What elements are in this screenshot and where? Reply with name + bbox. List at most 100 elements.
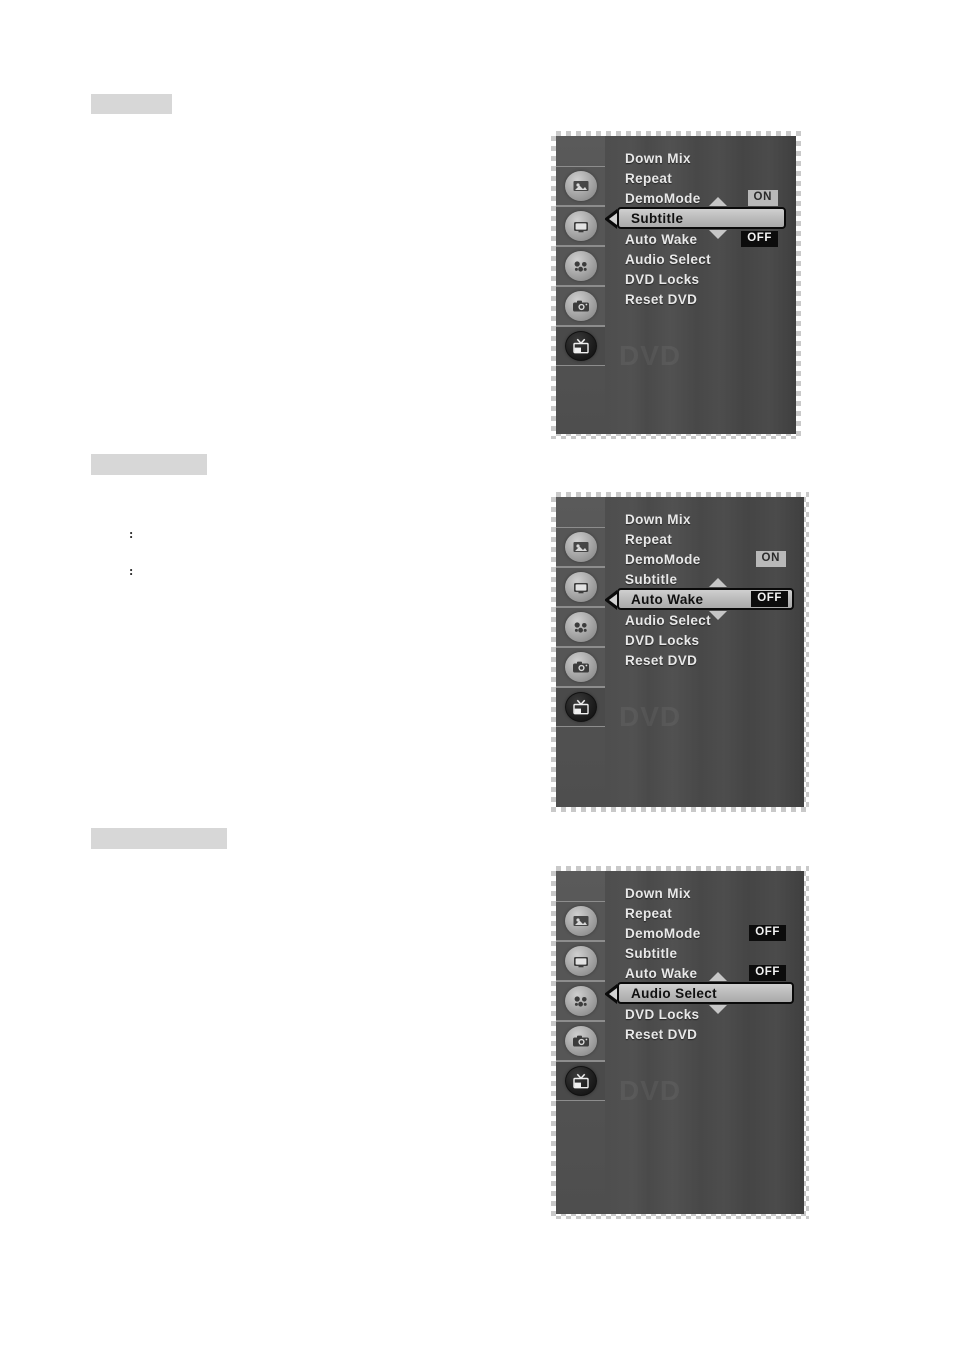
menu-item[interactable]: DVD Locks xyxy=(617,269,788,289)
menu-item-label: Reset DVD xyxy=(625,291,698,307)
menu-item-label: DemoMode xyxy=(625,551,701,567)
rail-slot[interactable] xyxy=(556,1021,605,1061)
menu-item-label: Down Mix xyxy=(625,511,691,527)
audio-people-icon[interactable] xyxy=(564,986,597,1016)
menu-item-label: Audio Select xyxy=(625,612,711,628)
rail-slot[interactable] xyxy=(556,901,605,941)
tv-antenna-active-icon[interactable] xyxy=(564,692,597,722)
status-badge: OFF xyxy=(749,965,786,981)
menu-item-selected[interactable]: Audio Select xyxy=(605,972,796,1014)
osd-menu-body: DVD Down Mix Repeat DemoMode ON Subtitle OFF Au… xyxy=(604,497,804,807)
osd-icon-rail xyxy=(556,871,605,1214)
tv-antenna-active-icon[interactable] xyxy=(564,1066,597,1096)
menu-item[interactable]: Subtitle xyxy=(617,569,796,589)
nav-down-icon[interactable] xyxy=(709,611,727,620)
menu-item[interactable]: DemoMode OFF xyxy=(617,923,796,943)
rail-slot[interactable] xyxy=(556,607,605,647)
menu-item[interactable]: DemoMode ON xyxy=(617,188,788,208)
menu-item-label: Down Mix xyxy=(625,150,691,166)
rail-slot[interactable] xyxy=(556,1061,605,1101)
nav-up-icon[interactable] xyxy=(709,972,727,981)
tv-antenna-active-icon[interactable] xyxy=(564,331,597,361)
rail-slot[interactable] xyxy=(556,246,605,286)
status-badge: ON xyxy=(755,551,786,567)
menu-item-label: Repeat xyxy=(625,905,673,921)
nav-down-icon[interactable] xyxy=(709,230,727,239)
colon-mark-1: : xyxy=(129,526,134,541)
menu-item[interactable]: Auto Wake OFF xyxy=(617,963,796,983)
menu-item[interactable]: Repeat xyxy=(617,903,796,923)
selection-caret-icon xyxy=(605,590,617,610)
menu-item[interactable]: Repeat xyxy=(617,168,788,188)
menu-item[interactable]: Audio Select xyxy=(617,249,788,269)
osd-menu-list: Down Mix Repeat DemoMode OFF Subtitle Auto Wa… xyxy=(605,883,796,1044)
rail-slot[interactable] xyxy=(556,527,605,567)
menu-item-selected[interactable]: Subtitle xyxy=(605,197,788,239)
dvd-watermark: DVD xyxy=(619,1075,682,1106)
colon-mark-2: : xyxy=(129,563,134,578)
tv-monitor-icon[interactable] xyxy=(564,211,597,241)
rail-slot[interactable] xyxy=(556,206,605,246)
rail-slot[interactable] xyxy=(556,286,605,326)
audio-people-icon[interactable] xyxy=(564,251,597,281)
camera-icon[interactable] xyxy=(564,291,597,321)
menu-item[interactable]: Down Mix xyxy=(617,148,788,168)
rail-slot[interactable] xyxy=(556,981,605,1021)
camera-icon[interactable] xyxy=(564,1026,597,1056)
picture-slide-icon[interactable] xyxy=(564,171,597,201)
status-badge: OFF xyxy=(751,591,788,607)
menu-item[interactable]: Reset DVD xyxy=(617,1024,796,1044)
menu-item[interactable]: DVD Locks xyxy=(617,1004,796,1024)
osd-panel: DVD Down Mix Repeat DemoMode OFF Subtitle Auto… xyxy=(551,866,809,1219)
menu-item-label: DVD Locks xyxy=(625,1006,700,1022)
menu-item[interactable]: DemoMode ON xyxy=(617,549,796,569)
rail-slot[interactable] xyxy=(556,326,605,366)
menu-item[interactable]: Repeat xyxy=(617,529,796,549)
osd-menu-body: DVD Down Mix Repeat DemoMode OFF Subtitle Auto… xyxy=(604,871,804,1214)
menu-item[interactable]: Reset DVD xyxy=(617,289,788,309)
osd-menu-list: Down Mix Repeat DemoMode ON Subtitle OFF Auto … xyxy=(605,509,796,670)
menu-item-label: Auto Wake xyxy=(631,592,704,607)
tv-monitor-icon[interactable] xyxy=(564,946,597,976)
rail-slot[interactable] xyxy=(556,941,605,981)
osd-screen: DVD Down Mix Repeat DemoMode ON Subtitle OFF Au… xyxy=(556,497,804,807)
menu-item-label: Reset DVD xyxy=(625,1026,698,1042)
osd-panel: DVD Down Mix Repeat DemoMode ON Subtitle OFF Au… xyxy=(551,492,809,812)
menu-item-label: Audio Select xyxy=(625,251,711,267)
menu-item-label: Subtitle xyxy=(631,211,684,226)
menu-item[interactable]: Reset DVD xyxy=(617,650,796,670)
picture-slide-icon[interactable] xyxy=(564,906,597,936)
picture-slide-icon[interactable] xyxy=(564,532,597,562)
osd-menu-body: DVD Down Mix Repeat DemoMode ON Subtitle Auto … xyxy=(604,136,796,434)
audio-people-icon[interactable] xyxy=(564,612,597,642)
selection-caret-icon xyxy=(605,984,617,1004)
menu-item-selected[interactable]: OFF Auto Wake xyxy=(605,578,796,620)
menu-item[interactable]: Audio Select xyxy=(617,610,796,630)
status-badge: OFF xyxy=(749,925,786,941)
rail-slot[interactable] xyxy=(556,687,605,727)
menu-item-label: Reset DVD xyxy=(625,652,698,668)
tv-monitor-icon[interactable] xyxy=(564,572,597,602)
status-badge: ON xyxy=(747,190,778,206)
menu-item-label: Auto Wake xyxy=(625,965,698,981)
selection-caret-icon xyxy=(605,209,617,229)
nav-up-icon[interactable] xyxy=(709,197,727,206)
menu-item[interactable]: Auto Wake OFF xyxy=(617,229,788,249)
nav-up-icon[interactable] xyxy=(709,578,727,587)
menu-item-label: Audio Select xyxy=(631,986,717,1001)
menu-item[interactable]: Subtitle xyxy=(617,943,796,963)
menu-item[interactable]: Down Mix xyxy=(617,883,796,903)
rail-slot[interactable] xyxy=(556,647,605,687)
osd-screen: DVD Down Mix Repeat DemoMode OFF Subtitle Auto… xyxy=(556,871,804,1214)
menu-item-label: DVD Locks xyxy=(625,632,700,648)
nav-down-icon[interactable] xyxy=(709,1005,727,1014)
osd-icon-rail xyxy=(556,497,605,807)
menu-item[interactable]: Down Mix xyxy=(617,509,796,529)
menu-item-label: DVD Locks xyxy=(625,271,700,287)
rail-slot[interactable] xyxy=(556,166,605,206)
camera-icon[interactable] xyxy=(564,652,597,682)
status-badge: OFF xyxy=(741,231,778,247)
rail-slot[interactable] xyxy=(556,567,605,607)
menu-item-label: Auto Wake xyxy=(625,231,698,247)
menu-item[interactable]: DVD Locks xyxy=(617,630,796,650)
